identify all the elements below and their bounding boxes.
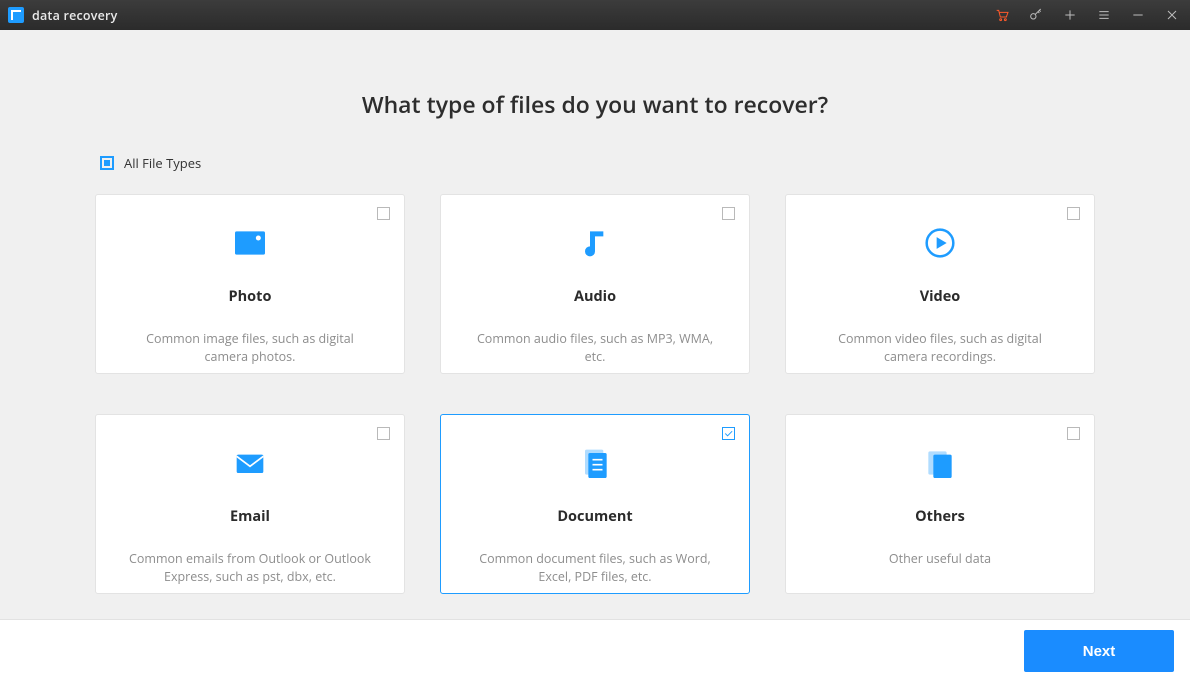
card-others-desc: Other useful data: [883, 550, 997, 568]
video-icon: [920, 219, 960, 267]
all-file-types-row[interactable]: All File Types: [100, 154, 1190, 172]
card-others[interactable]: Others Other useful data: [785, 414, 1095, 594]
card-email[interactable]: Email Common emails from Outlook or Outl…: [95, 414, 405, 594]
app-title: data recovery: [32, 7, 117, 24]
cart-icon[interactable]: [994, 7, 1010, 23]
all-file-types-checkbox[interactable]: [100, 156, 114, 170]
card-photo-title: Photo: [229, 287, 272, 306]
titlebar: data recovery: [0, 0, 1190, 30]
card-others-title: Others: [915, 507, 965, 526]
card-photo-desc: Common image files, such as digital came…: [120, 330, 380, 366]
app-logo-icon: [8, 7, 24, 23]
document-icon: [575, 439, 615, 487]
close-icon[interactable]: [1164, 7, 1180, 23]
titlebar-left: data recovery: [8, 7, 117, 24]
main: What type of files do you want to recove…: [0, 30, 1190, 619]
plus-icon[interactable]: [1062, 7, 1078, 23]
card-audio[interactable]: Audio Common audio files, such as MP3, W…: [440, 194, 750, 374]
card-document-desc: Common document files, such as Word, Exc…: [465, 550, 725, 586]
footer: Next: [0, 619, 1190, 682]
others-icon: [920, 439, 960, 487]
card-video[interactable]: Video Common video files, such as digita…: [785, 194, 1095, 374]
card-document-title: Document: [557, 507, 632, 526]
card-document-checkbox[interactable]: [722, 427, 735, 440]
menu-icon[interactable]: [1096, 7, 1112, 23]
next-button[interactable]: Next: [1024, 630, 1174, 672]
card-others-checkbox[interactable]: [1067, 427, 1080, 440]
card-email-checkbox[interactable]: [377, 427, 390, 440]
card-document[interactable]: Document Common document files, such as …: [440, 414, 750, 594]
page-title: What type of files do you want to recove…: [0, 88, 1190, 120]
card-grid: Photo Common image files, such as digita…: [0, 194, 1190, 594]
card-video-checkbox[interactable]: [1067, 207, 1080, 220]
email-icon: [230, 439, 270, 487]
photo-icon: [230, 219, 270, 267]
card-audio-title: Audio: [574, 287, 616, 306]
titlebar-right: [994, 7, 1180, 23]
card-photo-checkbox[interactable]: [377, 207, 390, 220]
card-audio-desc: Common audio files, such as MP3, WMA, et…: [465, 330, 725, 366]
all-file-types-label: All File Types: [124, 154, 201, 172]
card-email-desc: Common emails from Outlook or Outlook Ex…: [120, 550, 380, 586]
card-video-desc: Common video files, such as digital came…: [810, 330, 1070, 366]
minimize-icon[interactable]: [1130, 7, 1146, 23]
card-audio-checkbox[interactable]: [722, 207, 735, 220]
audio-icon: [575, 219, 615, 267]
card-video-title: Video: [920, 287, 961, 306]
key-icon[interactable]: [1028, 7, 1044, 23]
card-photo[interactable]: Photo Common image files, such as digita…: [95, 194, 405, 374]
card-email-title: Email: [230, 507, 270, 526]
